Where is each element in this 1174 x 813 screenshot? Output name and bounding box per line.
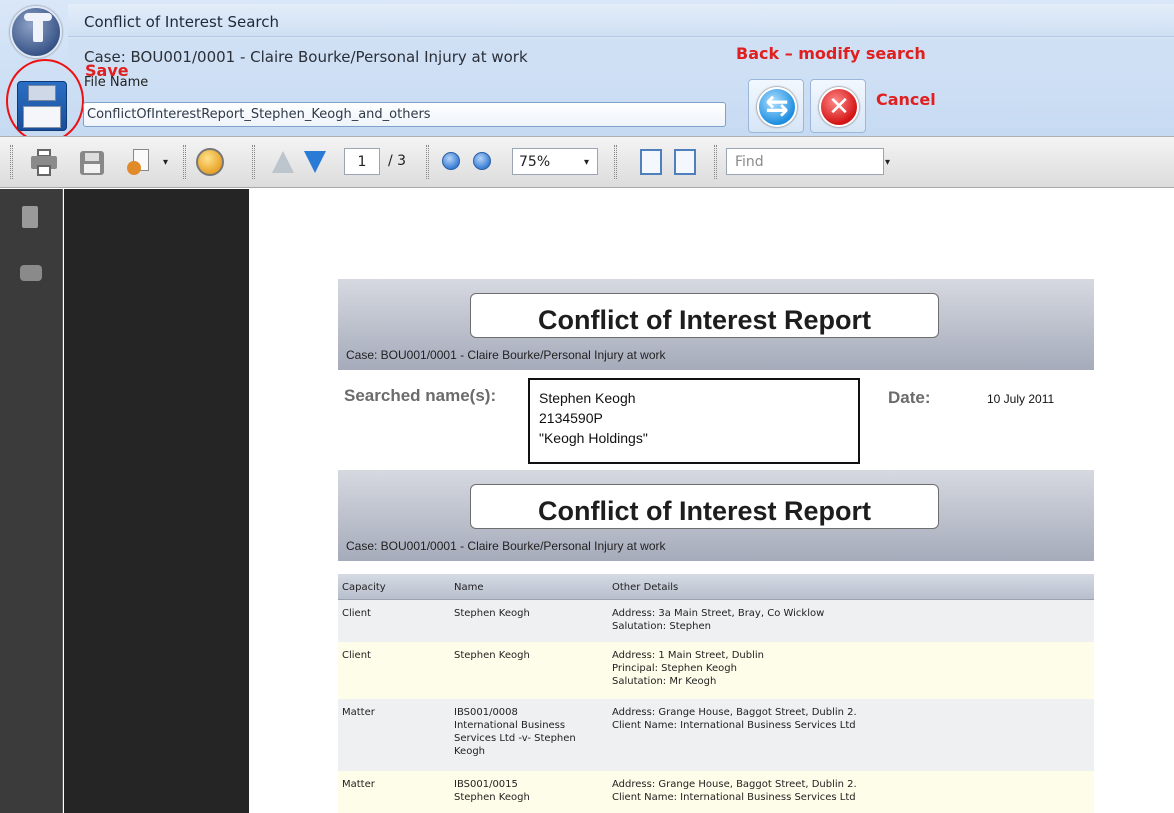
row-name-line: Stephen Keogh bbox=[454, 792, 530, 803]
save-disk-icon[interactable] bbox=[80, 151, 104, 175]
binoculars-search-icon[interactable] bbox=[20, 265, 42, 281]
row-details: Address: Grange House, Baggot Street, Du… bbox=[612, 778, 1082, 804]
fit-width-icon[interactable] bbox=[640, 149, 662, 175]
row-capacity: Matter bbox=[342, 707, 375, 718]
export-icon[interactable] bbox=[125, 149, 153, 177]
row-detail-line: Salutation: Stephen bbox=[612, 621, 711, 632]
row-capacity: Client bbox=[342, 608, 371, 619]
row-name-line: Stephen Keogh bbox=[454, 608, 530, 619]
fit-page-icon[interactable] bbox=[674, 149, 696, 175]
refresh-icon[interactable] bbox=[196, 148, 224, 176]
page-number-input[interactable]: 1 bbox=[344, 148, 380, 175]
export-dropdown-icon[interactable]: ▾ bbox=[163, 157, 168, 168]
searched-name-2: 2134590P bbox=[539, 410, 603, 426]
table-row: Matter IBS001/0015 Stephen Keogh Address… bbox=[338, 771, 1094, 813]
row-detail-line: Salutation: Mr Keogh bbox=[612, 676, 717, 687]
back-button[interactable]: ⇆ bbox=[748, 79, 804, 133]
toolbar-separator bbox=[714, 145, 717, 179]
page-down-icon[interactable] bbox=[304, 151, 326, 173]
row-details: Address: Grange House, Baggot Street, Du… bbox=[612, 706, 1082, 732]
table-row: Client Stephen Keogh Address: 1 Main Str… bbox=[338, 642, 1094, 699]
file-name-input[interactable] bbox=[83, 102, 726, 127]
back-annotation: Back – modify search bbox=[736, 44, 926, 63]
toolbar-separator bbox=[614, 145, 617, 179]
report-section-title: Conflict of Interest Report bbox=[470, 484, 939, 529]
zoom-dropdown-icon[interactable]: ▾ bbox=[584, 157, 589, 168]
cancel-button[interactable]: ✕ bbox=[810, 79, 866, 133]
row-name-line: International Business bbox=[454, 720, 566, 731]
column-header-name: Name bbox=[454, 582, 484, 593]
file-name-label: File Name bbox=[84, 75, 149, 90]
page-total: / 3 bbox=[388, 153, 407, 169]
toolbar-separator bbox=[183, 145, 186, 179]
floppy-shutter bbox=[28, 85, 56, 101]
date-value: 10 July 2011 bbox=[987, 392, 1055, 406]
toolbar-separator bbox=[426, 145, 429, 179]
row-name-line: IBS001/0015 bbox=[454, 779, 518, 790]
viewer-side-rail bbox=[0, 189, 63, 813]
row-detail-line: Client Name: International Business Serv… bbox=[612, 792, 856, 803]
printer-paper bbox=[37, 165, 51, 176]
row-name-line: Stephen Keogh bbox=[454, 650, 530, 661]
header: Conflict of Interest Search Case: BOU001… bbox=[0, 0, 1174, 143]
report-section-case-line: Case: BOU001/0001 - Claire Bourke/Person… bbox=[346, 539, 666, 553]
printer-icon[interactable] bbox=[29, 149, 59, 177]
row-name-line: Services Ltd -v- Stephen bbox=[454, 733, 576, 744]
pages-thumbnail-icon[interactable] bbox=[22, 206, 38, 228]
table-header: Capacity Name Other Details bbox=[338, 574, 1094, 600]
toolbar-grip bbox=[10, 145, 13, 179]
row-name: IBS001/0015 Stephen Keogh bbox=[454, 778, 612, 804]
searched-names-box: Stephen Keogh 2134590P "Keogh Holdings" bbox=[528, 378, 860, 464]
back-arrow-icon: ⇆ bbox=[757, 87, 797, 127]
export-people bbox=[127, 161, 141, 175]
row-detail-line: Address: 1 Main Street, Dublin bbox=[612, 650, 764, 661]
floppy-label bbox=[23, 106, 61, 128]
row-detail-line: Address: Grange House, Baggot Street, Du… bbox=[612, 707, 857, 718]
app-window: Conflict of Interest Search Case: BOU001… bbox=[0, 0, 1174, 813]
cancel-annotation: Cancel bbox=[876, 90, 936, 109]
case-line: Case: BOU001/0001 - Claire Bourke/Person… bbox=[84, 48, 528, 66]
find-input[interactable]: Find bbox=[726, 148, 884, 175]
table-row: Client Stephen Keogh Address: 3a Main St… bbox=[338, 600, 1094, 642]
row-detail-line: Address: Grange House, Baggot Street, Du… bbox=[612, 779, 857, 790]
table-row: Matter IBS001/0008 International Busines… bbox=[338, 699, 1094, 771]
row-name: Stephen Keogh bbox=[454, 607, 612, 620]
zoom-in-icon[interactable] bbox=[473, 152, 491, 170]
row-details: Address: 1 Main Street, Dublin Principal… bbox=[612, 649, 1082, 688]
row-name-line: Keogh bbox=[454, 746, 486, 757]
row-capacity: Client bbox=[342, 650, 371, 661]
toolbar-separator bbox=[252, 145, 255, 179]
report-case-line: Case: BOU001/0001 - Claire Bourke/Person… bbox=[346, 348, 666, 362]
disk-shutter bbox=[85, 153, 99, 161]
column-header-capacity: Capacity bbox=[342, 582, 386, 593]
outline-panel bbox=[64, 189, 249, 813]
searched-name-3: "Keogh Holdings" bbox=[539, 430, 648, 446]
cancel-x-icon: ✕ bbox=[819, 87, 859, 127]
zoom-out-icon[interactable] bbox=[442, 152, 460, 170]
disk-label bbox=[84, 164, 100, 173]
row-capacity: Matter bbox=[342, 779, 375, 790]
row-name-line: IBS001/0008 bbox=[454, 707, 518, 718]
searched-names-label: Searched name(s): bbox=[344, 386, 497, 405]
row-name: Stephen Keogh bbox=[454, 649, 612, 662]
row-detail-line: Principal: Stephen Keogh bbox=[612, 663, 737, 674]
page-up-icon[interactable] bbox=[272, 151, 294, 173]
row-detail-line: Address: 3a Main Street, Bray, Co Wicklo… bbox=[612, 608, 825, 619]
logo-column bbox=[33, 16, 43, 42]
searched-name-1: Stephen Keogh bbox=[539, 390, 636, 406]
find-dropdown-icon[interactable]: ▾ bbox=[885, 157, 890, 168]
save-floppy-icon[interactable] bbox=[17, 81, 67, 131]
row-detail-line: Client Name: International Business Serv… bbox=[612, 720, 856, 731]
app-logo-icon bbox=[10, 6, 62, 58]
date-label: Date: bbox=[888, 388, 931, 407]
row-name: IBS001/0008 International Business Servi… bbox=[454, 706, 612, 758]
row-details: Address: 3a Main Street, Bray, Co Wicklo… bbox=[612, 607, 1082, 633]
column-header-details: Other Details bbox=[612, 582, 679, 593]
report-title: Conflict of Interest Report bbox=[470, 293, 939, 338]
results-table: Capacity Name Other Details Client Steph… bbox=[338, 574, 1094, 813]
viewer-toolbar: ▾ 1 / 3 75% ▾ Find ▾ bbox=[0, 136, 1174, 188]
window-title: Conflict of Interest Search bbox=[84, 13, 279, 31]
